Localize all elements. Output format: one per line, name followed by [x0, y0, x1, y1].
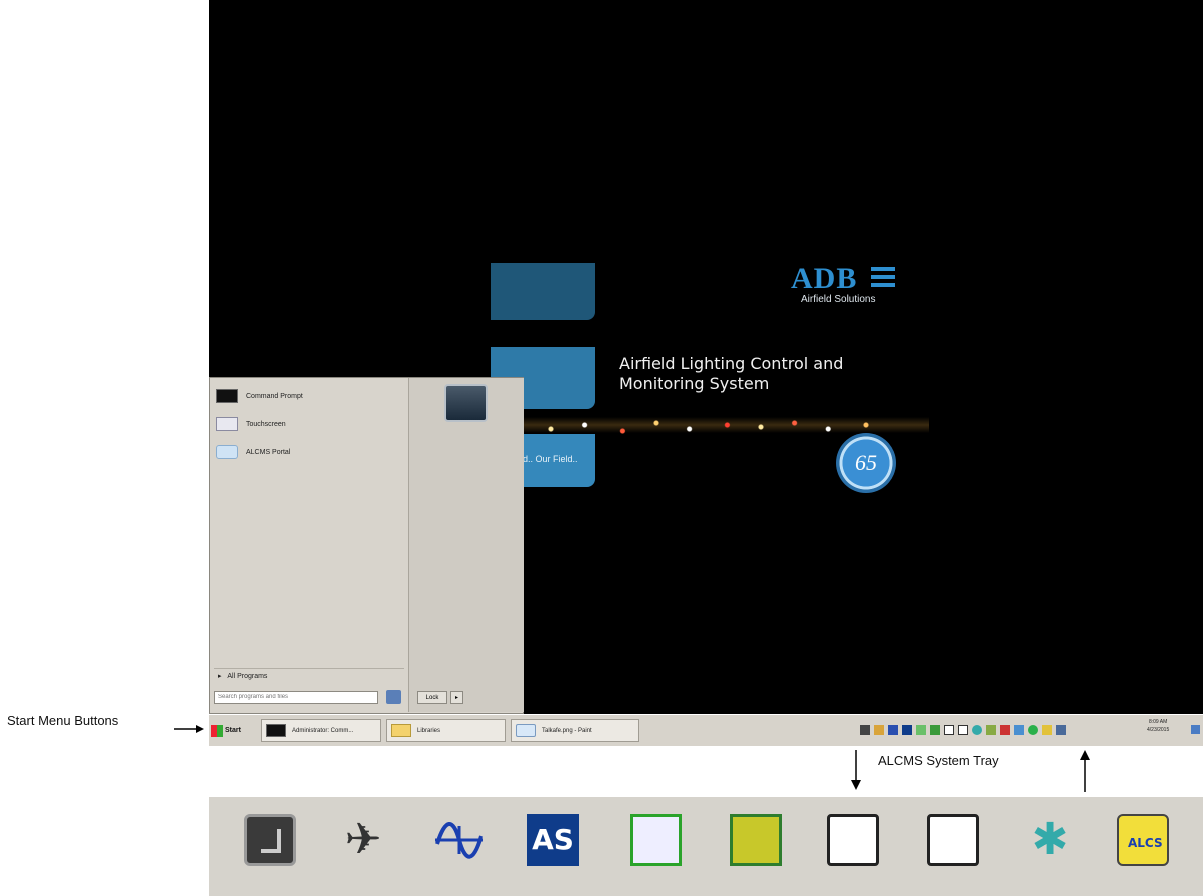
taskbar-button-label: Administrator: Comm...	[292, 727, 354, 734]
gear-icon: ✱	[1031, 815, 1069, 864]
waveform-icon[interactable]	[888, 725, 898, 735]
start-label: Start	[225, 727, 241, 734]
shutdown-options-arrow-icon[interactable]: ▸	[450, 691, 463, 704]
start-menu: Command Prompt Touchscreen ALCMS Portal …	[209, 377, 524, 714]
start-item-label: ALCMS Portal	[246, 448, 291, 456]
alcms-tray-icons-enlarged: ✈ AS ✱ ALCS	[209, 797, 1203, 896]
start-menu-divider	[214, 668, 404, 669]
system-tray	[860, 722, 1066, 738]
command-prompt-icon	[216, 389, 238, 403]
anniversary-badge: 65	[836, 433, 896, 493]
as-icon[interactable]	[902, 725, 912, 735]
map-icon[interactable]	[930, 725, 940, 735]
monitor-icon[interactable]	[860, 725, 870, 735]
start-item-label: Touchscreen	[246, 420, 286, 428]
start-menu-programs: Command Prompt Touchscreen ALCMS Portal …	[210, 378, 408, 712]
network-icon[interactable]	[1014, 725, 1024, 735]
taskbar-button-command[interactable]: Administrator: Comm...	[261, 719, 381, 742]
panel-icon	[827, 814, 879, 866]
search-programs-input[interactable]	[214, 691, 378, 704]
clock-time: 8:09 AM	[1148, 719, 1168, 725]
tile-text: d.. Our Field..	[523, 454, 578, 464]
shield-icon[interactable]	[1028, 725, 1038, 735]
display-icon[interactable]	[916, 725, 926, 735]
card-icon[interactable]	[958, 725, 968, 735]
tools-icon: ✈	[344, 815, 382, 864]
splash-tile-top	[491, 263, 595, 320]
gear-icon[interactable]	[972, 725, 982, 735]
show-desktop-button[interactable]	[1191, 725, 1200, 734]
arrow-up-icon	[1080, 750, 1090, 792]
taskbar-button-paint[interactable]: Talkafe.png - Paint	[511, 719, 639, 742]
arrow-right-icon	[174, 725, 204, 733]
start-menu-right-pane: Lock ▸	[408, 378, 524, 712]
badge-number: 65	[855, 450, 877, 475]
all-programs-label: All Programs	[227, 673, 268, 680]
annotation-start-menu-buttons: Start Menu Buttons	[7, 713, 119, 728]
display-icon	[630, 814, 682, 866]
user-picture[interactable]	[444, 384, 488, 422]
taskbar-button-libraries[interactable]: Libraries	[386, 719, 506, 742]
card-icon	[927, 814, 979, 866]
taskbar: Start Administrator: Comm... Libraries T…	[209, 714, 1203, 746]
waveform-icon	[435, 822, 483, 859]
splash-title: Airfield Lighting Control and Monitoring…	[619, 354, 843, 394]
arrow-down-icon	[851, 750, 861, 790]
alcs-icon[interactable]	[986, 725, 996, 735]
portal-icon	[216, 445, 238, 459]
taskbar-button-label: Talkafe.png - Paint	[542, 727, 592, 734]
map-icon	[730, 814, 782, 866]
touchscreen-icon	[216, 417, 238, 431]
keyboard-icon[interactable]	[1042, 725, 1052, 735]
app-icon[interactable]	[1056, 725, 1066, 735]
start-item-alcms-portal[interactable]: ALCMS Portal	[216, 442, 290, 462]
paint-icon	[516, 724, 536, 737]
splash-title-line1: Airfield Lighting Control and	[619, 354, 844, 373]
start-item-label: Command Prompt	[246, 392, 303, 400]
search-icon[interactable]	[386, 690, 401, 704]
volume-icon[interactable]	[1000, 725, 1010, 735]
splash-title-line2: Monitoring System	[619, 374, 770, 393]
taskbar-button-label: Libraries	[417, 727, 441, 734]
command-prompt-icon	[266, 724, 286, 737]
monitor-icon	[244, 814, 296, 866]
clock-date: 4/23/2015	[1147, 727, 1170, 733]
adb-subtitle: Airfield Solutions	[801, 294, 876, 305]
tools-icon[interactable]	[874, 725, 884, 735]
start-item-command-prompt[interactable]: Command Prompt	[216, 386, 303, 406]
adb-bars-icon	[871, 267, 895, 289]
adb-logo: ADB Airfield Solutions	[791, 262, 903, 308]
lock-button[interactable]: Lock	[417, 691, 447, 704]
start-button[interactable]: Start	[211, 720, 257, 741]
clock[interactable]: 8:09 AM 4/23/2015	[1147, 718, 1169, 734]
adb-brand: ADB	[791, 262, 858, 295]
all-programs-link[interactable]: ▸ All Programs	[218, 672, 267, 680]
as-icon: AS	[527, 814, 579, 866]
panel-icon[interactable]	[944, 725, 954, 735]
windows-logo-icon	[211, 724, 223, 737]
annotation-system-tray: ALCMS System Tray	[878, 753, 999, 768]
folder-icon	[391, 724, 411, 737]
alcs-icon: ALCS	[1117, 814, 1169, 866]
start-item-touchscreen[interactable]: Touchscreen	[216, 414, 286, 434]
